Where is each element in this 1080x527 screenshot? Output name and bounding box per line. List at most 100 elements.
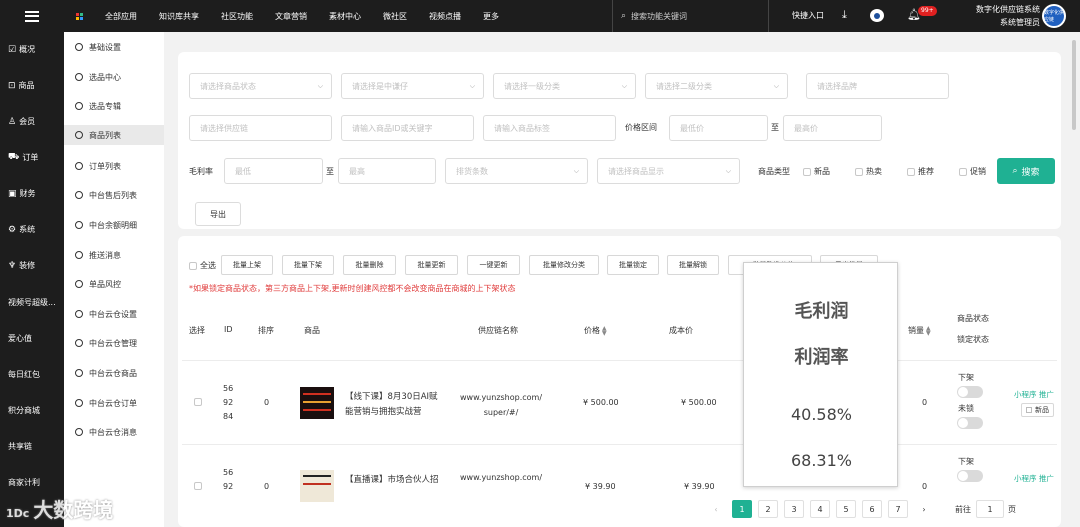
column-header-price[interactable]: 价格 ▲ ▼ — [584, 325, 607, 336]
sidebar-item-points-mall[interactable]: 积分商城 — [8, 405, 40, 416]
avatar[interactable]: 数字化供应链 — [1042, 4, 1066, 28]
price-max-input[interactable]: 最高价 — [783, 115, 882, 141]
sidebar-item-red-packet[interactable]: 每日红包 — [8, 369, 40, 380]
page-button-2[interactable]: 2 — [758, 500, 778, 518]
submenu-item[interactable]: 中台云仓设置 — [75, 307, 137, 321]
type-hot-checkbox[interactable]: 热卖 — [855, 166, 882, 177]
top-nav-video[interactable]: 视频点播 — [429, 11, 461, 22]
one-click-update-button[interactable]: 一键更新 — [467, 255, 520, 275]
margin-min-input[interactable]: 最低 — [224, 158, 323, 184]
sidebar-item-love[interactable]: 爱心值 — [8, 333, 32, 344]
top-nav-all-apps[interactable]: 全部应用 — [76, 11, 137, 22]
mini-program-link[interactable]: 小程序 推广 — [1014, 389, 1054, 400]
batch-delete-button[interactable]: 批量删除 — [343, 255, 396, 275]
row-checkbox[interactable] — [194, 482, 202, 490]
scrollbar[interactable] — [1072, 40, 1076, 130]
eye-icon[interactable] — [870, 9, 884, 22]
batch-update-button[interactable]: 批量更新 — [405, 255, 458, 275]
margin-max-input[interactable]: 最高 — [338, 158, 436, 184]
export-button[interactable]: 导出 — [195, 202, 241, 226]
batch-on-shelf-button[interactable]: 批量上架 — [221, 255, 273, 275]
submenu-item[interactable]: 中台售后列表 — [75, 188, 137, 202]
sidebar-item-decorate[interactable]: ♆ 装修 — [8, 260, 35, 271]
top-nav-more[interactable]: 更多 — [483, 11, 499, 22]
column-header-cost: 成本价 — [669, 326, 693, 335]
submenu-item[interactable]: 中台余额明细 — [75, 218, 137, 232]
page-button-1[interactable]: 1 — [732, 500, 752, 518]
goto-page-input[interactable]: 1 — [976, 500, 1004, 518]
status-select[interactable]: 请选择商品状态 ⌵ — [189, 73, 332, 99]
product-title-link[interactable]: 【线下课】8月30日AI赋 能营销与拥抱实战营 — [345, 390, 438, 420]
next-page-icon[interactable]: › — [914, 500, 934, 518]
sidebar-item-orders[interactable]: ⛟ 订单 — [8, 152, 38, 163]
submenu-item-active[interactable]: 商品列表 — [64, 125, 164, 145]
type-promo-checkbox[interactable]: 促销 — [959, 166, 986, 177]
submenu-item[interactable]: 中台云仓消息 — [75, 425, 137, 439]
category2-select[interactable]: 请选择二级分类 ⌵ — [645, 73, 788, 99]
new-tag[interactable]: 新品 — [1021, 403, 1054, 417]
sort-icon[interactable]: ▲ ▼ — [602, 325, 607, 336]
batch-change-category-button[interactable]: 批量修改分类 — [529, 255, 599, 275]
sidebar-item-video[interactable]: 视频号超级... — [8, 297, 56, 308]
top-nav-material[interactable]: 素材中心 — [329, 11, 361, 22]
submenu-item[interactable]: 选品中心 — [75, 70, 121, 84]
supply-chain-input[interactable]: 请选择供应链 — [189, 115, 332, 141]
page-button-7[interactable]: 7 — [888, 500, 908, 518]
product-title-link[interactable]: 【直播课】市场合伙人招 — [345, 473, 439, 485]
submenu-item[interactable]: 中台云仓商品 — [75, 366, 137, 380]
product-thumbnail[interactable] — [300, 470, 334, 502]
submenu-item[interactable]: 选品专辑 — [75, 99, 121, 113]
top-nav-article[interactable]: 文章营销 — [275, 11, 307, 22]
sidebar-item-finance[interactable]: ▣ 财务 — [8, 188, 36, 199]
sidebar-item-overview[interactable]: ☑ 概况 — [8, 44, 35, 55]
submenu-item[interactable]: 基础设置 — [75, 40, 121, 54]
tag-input[interactable]: 请输入商品标签 — [483, 115, 616, 141]
quick-entry-link[interactable]: 快捷入口 — [792, 10, 824, 21]
submenu-item[interactable]: 推送消息 — [75, 248, 121, 262]
brand-select[interactable]: 请选择品牌 — [806, 73, 949, 99]
top-nav-knowledge[interactable]: 知识库共享 — [159, 11, 199, 22]
mini-program-link[interactable]: 小程序 推广 — [1014, 473, 1054, 484]
function-search-input[interactable]: ⌕ 搜索功能关键词 — [612, 0, 769, 32]
select-all-checkbox[interactable]: 全选 — [189, 260, 216, 271]
page-button-4[interactable]: 4 — [810, 500, 830, 518]
submenu-item[interactable]: 中台云仓订单 — [75, 396, 137, 410]
sort-select[interactable]: 排货条数 ⌵ — [445, 158, 588, 184]
sidebar-item-merchant[interactable]: 商家计利 — [8, 477, 40, 488]
category1-select[interactable]: 请选择一级分类 ⌵ — [493, 73, 636, 99]
row-checkbox[interactable] — [194, 398, 202, 406]
submenu-item[interactable]: 中台云仓管理 — [75, 336, 137, 350]
product-thumbnail[interactable] — [300, 387, 334, 419]
batch-off-shelf-button[interactable]: 批量下架 — [282, 255, 334, 275]
top-nav-micro-community[interactable]: 微社区 — [383, 11, 407, 22]
keyword-input[interactable]: 请输入商品ID或关键字 — [341, 115, 474, 141]
page-button-3[interactable]: 3 — [784, 500, 804, 518]
sidebar-item-goods[interactable]: ⊡ 商品 — [8, 80, 35, 91]
menu-toggle-button[interactable] — [0, 0, 64, 32]
sidebar-item-share-chain[interactable]: 共享链 — [8, 441, 32, 452]
search-button[interactable]: ⌕ 搜索 — [997, 158, 1055, 184]
top-nav-community[interactable]: 社区功能 — [221, 11, 253, 22]
column-header-sales[interactable]: 销量 ▲ ▼ — [908, 325, 931, 336]
submenu-item[interactable]: 单品风控 — [75, 277, 121, 291]
submenu-item[interactable]: 订单列表 — [75, 159, 121, 173]
shelf-toggle[interactable] — [957, 386, 983, 398]
prev-page-icon[interactable]: ‹ — [706, 500, 726, 518]
type-new-checkbox[interactable]: 新品 — [803, 166, 830, 177]
supplier-stock-select[interactable]: 请选择是中谦仔 ⌵ — [341, 73, 484, 99]
sidebar-item-system[interactable]: ⚙ 系统 — [8, 224, 35, 235]
price-min-input[interactable]: 最低价 — [669, 115, 768, 141]
type-recommend-checkbox[interactable]: 推荐 — [907, 166, 934, 177]
sort-icon[interactable]: ▲ ▼ — [926, 325, 931, 336]
shelf-toggle[interactable] — [957, 470, 983, 482]
page-button-6[interactable]: 6 — [862, 500, 882, 518]
batch-unlock-button[interactable]: 批量解锁 — [667, 255, 719, 275]
display-select[interactable]: 请选择商品显示 ⌵ — [597, 158, 740, 184]
batch-lock-button[interactable]: 批量锁定 — [607, 255, 659, 275]
download-icon[interactable]: ⤓ — [842, 8, 847, 22]
lock-toggle[interactable] — [957, 417, 983, 429]
column-header-id: ID — [224, 325, 233, 334]
user-info[interactable]: 数字化供应链系统 系统管理员 — [976, 3, 1040, 29]
page-button-5[interactable]: 5 — [836, 500, 856, 518]
sidebar-item-members[interactable]: ♙ 会员 — [8, 116, 35, 127]
